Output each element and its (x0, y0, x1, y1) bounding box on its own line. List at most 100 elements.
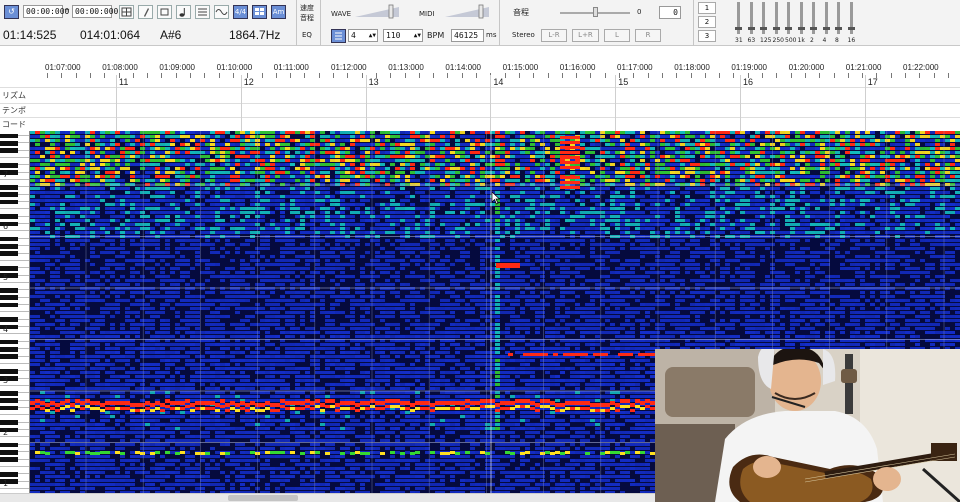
time-tick (447, 73, 449, 78)
metronome-icon (335, 32, 342, 40)
piano-black-key[interactable] (0, 368, 18, 374)
pitch-value-field[interactable]: 0 (659, 6, 681, 19)
time-tick (890, 73, 892, 78)
grid-view-button[interactable] (252, 5, 267, 19)
piano-black-key[interactable] (0, 302, 18, 308)
piano-black-key[interactable] (0, 192, 18, 198)
piano-black-key[interactable] (0, 162, 18, 168)
time-label: 01:16:000 (559, 63, 596, 72)
eq-band-label: 4 (822, 37, 827, 44)
piano-black-key[interactable] (0, 420, 18, 426)
time-tick (862, 73, 864, 78)
wave-volume-slider[interactable] (353, 4, 403, 20)
piano-black-key[interactable] (0, 236, 18, 242)
piano-black-key[interactable] (0, 442, 18, 448)
eq-band-knob[interactable] (747, 27, 755, 30)
track-3-button[interactable]: 3 (698, 30, 716, 42)
eq-band-knob[interactable] (810, 27, 817, 30)
eq-band-knob[interactable] (735, 27, 742, 30)
time-label: 01:07:000 (45, 63, 81, 72)
piano-black-key[interactable] (0, 457, 18, 462)
measure-label: 15 (618, 77, 629, 87)
piano-black-key[interactable] (0, 199, 18, 205)
time-tick (318, 73, 320, 78)
piano-black-key[interactable] (0, 265, 18, 271)
piano-black-key[interactable] (0, 405, 18, 411)
eq-band-knob[interactable] (785, 27, 792, 30)
piano-black-key[interactable] (0, 133, 18, 139)
piano-black-key[interactable] (0, 398, 18, 404)
loop-button[interactable]: ↺ (4, 5, 19, 19)
time-tick (404, 73, 406, 78)
bpm-stepper[interactable]: 110 ▲▼ (383, 29, 423, 42)
note-button[interactable] (176, 5, 191, 19)
time-tick (561, 73, 563, 78)
beat-snap-button[interactable]: 4/4 (233, 5, 248, 19)
eq-band-knob[interactable] (772, 27, 780, 30)
range-end-field[interactable]: 00:00:000 (72, 5, 118, 18)
piano-black-key[interactable] (0, 449, 18, 455)
time-tick (361, 73, 363, 78)
time-tick (232, 73, 234, 78)
range-start-field[interactable]: 00:00:000 (23, 5, 69, 18)
piano-black-key[interactable] (0, 214, 18, 220)
octave-label: 3 (3, 376, 9, 385)
eq-band-knob[interactable] (797, 27, 805, 30)
piano-black-key[interactable] (0, 251, 18, 256)
stereo-l-button[interactable]: L (604, 29, 630, 42)
track-1-button[interactable]: 1 (698, 2, 716, 14)
piano-black-key[interactable] (0, 471, 18, 477)
eq-band-knob[interactable] (760, 27, 767, 30)
piano-black-key[interactable] (0, 346, 18, 352)
time-tick (518, 73, 520, 78)
piano-black-key[interactable] (0, 317, 18, 323)
piano-black-key[interactable] (0, 391, 18, 396)
time-tick (633, 73, 635, 78)
wave-button[interactable] (214, 5, 229, 19)
wave-icon (215, 9, 228, 15)
eq-band-label: 250 (772, 37, 784, 44)
time-tick (433, 73, 435, 78)
select-rect-button[interactable] (157, 5, 172, 19)
list-button[interactable] (195, 5, 210, 19)
octave-label: 7 (3, 170, 9, 179)
piano-black-key[interactable] (0, 140, 18, 146)
time-tick (47, 73, 48, 78)
eq-band-knob[interactable] (847, 27, 855, 30)
eq-band-label: 31 (735, 37, 743, 44)
time-tick (947, 73, 949, 78)
scrollbar-thumb[interactable] (228, 495, 298, 501)
piano-black-key[interactable] (0, 295, 18, 301)
eq-band-knob[interactable] (835, 27, 842, 30)
track-2-button[interactable]: 2 (698, 16, 716, 28)
ms-field[interactable]: 46125 (451, 29, 484, 42)
time-tick (75, 73, 77, 78)
grid-button[interactable] (119, 5, 134, 19)
piano-black-key[interactable] (0, 339, 18, 345)
piano-black-key[interactable] (0, 288, 18, 293)
piano-black-key[interactable] (0, 243, 18, 249)
piano-black-key[interactable] (0, 185, 18, 190)
midi-volume-slider[interactable] (443, 4, 493, 20)
time-tick (476, 73, 477, 78)
piano-keyboard[interactable]: 7 6 5 4 3 2 1 (0, 131, 30, 493)
stereo-lr-minus-button[interactable]: L-R (541, 29, 567, 42)
toolbar-divider (693, 0, 694, 46)
beat-stepper[interactable]: 4 ▲▼ (348, 29, 378, 42)
time-tick (132, 73, 134, 78)
metronome-button[interactable] (331, 29, 346, 43)
time-label: 01:14:000 (445, 63, 481, 72)
eq-band-knob[interactable] (822, 27, 830, 30)
stereo-lr-plus-button[interactable]: L+R (572, 29, 599, 42)
pitch-slider-knob[interactable] (593, 7, 598, 17)
piano-black-key[interactable] (0, 354, 18, 359)
stereo-r-button[interactable]: R (635, 29, 661, 42)
time-tick (347, 73, 349, 78)
pen-button[interactable] (138, 5, 153, 19)
chord-am-button[interactable]: Am (271, 5, 286, 19)
time-tick (590, 73, 592, 78)
time-tick (819, 73, 821, 78)
timeline-header[interactable]: リズム テンポ コード 01:07:000 01:08:000 01:09:000 0… (0, 46, 960, 132)
toolbar-divider (320, 0, 321, 46)
piano-black-key[interactable] (0, 148, 18, 153)
